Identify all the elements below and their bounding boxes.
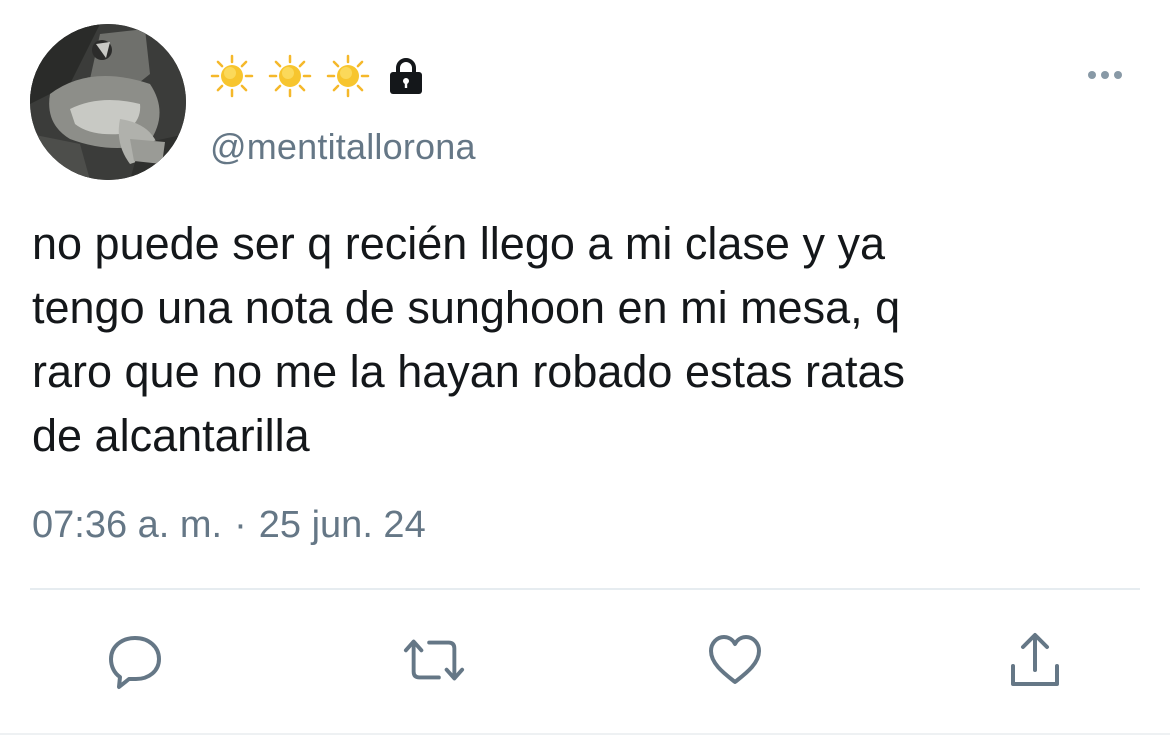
more-dot [1101, 71, 1109, 79]
reply-icon [109, 636, 161, 689]
share-button[interactable] [1003, 628, 1067, 692]
tweet-actions [0, 628, 1170, 692]
reply-button[interactable] [103, 628, 167, 692]
retweet-button[interactable] [402, 628, 466, 692]
avatar-image [30, 24, 186, 180]
timestamp-separator: · [234, 504, 247, 546]
more-options-button[interactable] [1080, 60, 1130, 90]
sun-icon [326, 54, 370, 98]
bottom-divider [0, 733, 1170, 735]
tweet-time: 07:36 a. m. [32, 504, 223, 546]
more-horizontal-icon [1088, 71, 1096, 79]
heart-icon [709, 635, 761, 684]
user-handle[interactable]: @mentitallorona [210, 126, 476, 168]
sun-icon [210, 54, 254, 98]
divider [30, 588, 1140, 590]
tweet-date: 25 jun. 24 [258, 504, 426, 546]
display-name[interactable] [210, 52, 426, 100]
lock-icon [390, 58, 422, 94]
more-dot [1114, 71, 1122, 79]
like-button[interactable] [703, 628, 767, 692]
share-icon [1011, 633, 1059, 686]
tweet-card: @mentitallorona no puede ser q recién ll… [0, 0, 1170, 753]
avatar[interactable] [30, 24, 186, 180]
sun-icon [268, 54, 312, 98]
tweet-text: no puede ser q recién llego a mi clase y… [32, 218, 906, 461]
retweet-icon [403, 639, 465, 681]
tweet-timestamp[interactable]: 07:36 a. m. · 25 jun. 24 [32, 504, 426, 547]
